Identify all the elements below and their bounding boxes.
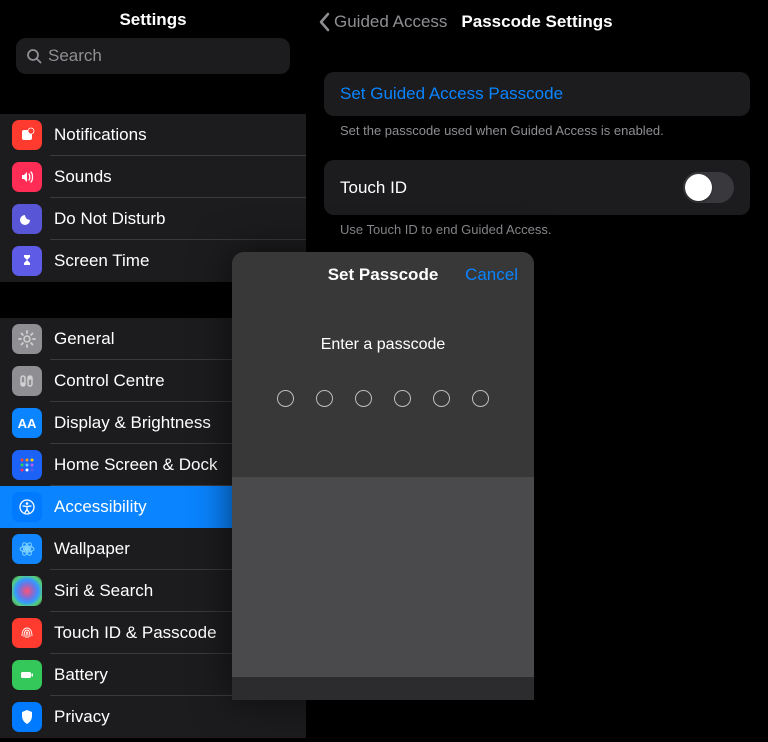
sidebar-item-sounds[interactable]: Sounds bbox=[0, 156, 306, 198]
passcode-dot bbox=[355, 390, 372, 407]
search-box[interactable] bbox=[16, 38, 290, 74]
sidebar-item-label: Wallpaper bbox=[54, 539, 130, 559]
sidebar-item-label: Screen Time bbox=[54, 251, 149, 271]
passcode-dot bbox=[433, 390, 450, 407]
sidebar-title: Settings bbox=[0, 0, 306, 38]
detail-header: Guided Access Passcode Settings bbox=[306, 0, 768, 44]
sidebar-item-do-not-disturb[interactable]: Do Not Disturb bbox=[0, 198, 306, 240]
touch-id-switch[interactable] bbox=[683, 172, 734, 203]
modal-header: Set Passcode Cancel bbox=[232, 252, 534, 298]
sidebar-item-label: Home Screen & Dock bbox=[54, 455, 217, 475]
screen-time-icon bbox=[12, 246, 42, 276]
passcode-prompt: Enter a passcode bbox=[232, 336, 534, 354]
sidebar-item-label: Touch ID & Passcode bbox=[54, 623, 217, 643]
sidebar-item-privacy[interactable]: Privacy bbox=[0, 696, 306, 738]
touch-id-label: Touch ID bbox=[340, 178, 407, 198]
battery-icon bbox=[12, 660, 42, 690]
search-input[interactable] bbox=[48, 46, 280, 66]
touch-id-icon bbox=[12, 618, 42, 648]
modal-title: Set Passcode bbox=[328, 265, 439, 285]
siri-icon bbox=[12, 576, 42, 606]
passcode-dot bbox=[277, 390, 294, 407]
wallpaper-icon bbox=[12, 534, 42, 564]
notifications-icon bbox=[12, 120, 42, 150]
search-icon bbox=[26, 48, 42, 64]
control-centre-icon bbox=[12, 366, 42, 396]
touch-id-row: Touch ID bbox=[324, 160, 750, 215]
sounds-icon bbox=[12, 162, 42, 192]
cancel-button[interactable]: Cancel bbox=[465, 265, 518, 285]
switch-knob bbox=[685, 174, 712, 201]
privacy-icon bbox=[12, 702, 42, 732]
chevron-left-icon bbox=[318, 12, 330, 32]
sidebar-item-label: Display & Brightness bbox=[54, 413, 211, 433]
modal-keypad-area[interactable] bbox=[232, 477, 534, 677]
sidebar-item-label: Accessibility bbox=[54, 497, 147, 517]
display-brightness-icon: AA bbox=[12, 408, 42, 438]
passcode-dot bbox=[316, 390, 333, 407]
sidebar-item-label: General bbox=[54, 329, 114, 349]
do-not-disturb-icon bbox=[12, 204, 42, 234]
sidebar-item-label: Sounds bbox=[54, 167, 112, 187]
set-guided-access-passcode-label: Set Guided Access Passcode bbox=[340, 84, 563, 104]
set-passcode-footer: Set the passcode used when Guided Access… bbox=[324, 116, 750, 138]
set-guided-access-passcode-button[interactable]: Set Guided Access Passcode bbox=[324, 72, 750, 116]
sidebar-item-label: Privacy bbox=[54, 707, 110, 727]
general-icon bbox=[12, 324, 42, 354]
home-screen-dock-icon bbox=[12, 450, 42, 480]
accessibility-icon bbox=[12, 492, 42, 522]
back-button-label: Guided Access bbox=[334, 12, 447, 32]
touch-id-footer: Use Touch ID to end Guided Access. bbox=[324, 215, 750, 237]
sidebar-item-label: Siri & Search bbox=[54, 581, 153, 601]
sidebar-item-notifications[interactable]: Notifications bbox=[0, 114, 306, 156]
back-button[interactable]: Guided Access bbox=[318, 12, 447, 32]
passcode-dot bbox=[472, 390, 489, 407]
sidebar-item-label: Control Centre bbox=[54, 371, 165, 391]
set-passcode-modal: Set Passcode Cancel Enter a passcode bbox=[232, 252, 534, 700]
passcode-dot bbox=[394, 390, 411, 407]
sidebar-item-label: Notifications bbox=[54, 125, 147, 145]
sidebar-item-label: Battery bbox=[54, 665, 108, 685]
sidebar-item-label: Do Not Disturb bbox=[54, 209, 165, 229]
passcode-dots bbox=[232, 390, 534, 407]
